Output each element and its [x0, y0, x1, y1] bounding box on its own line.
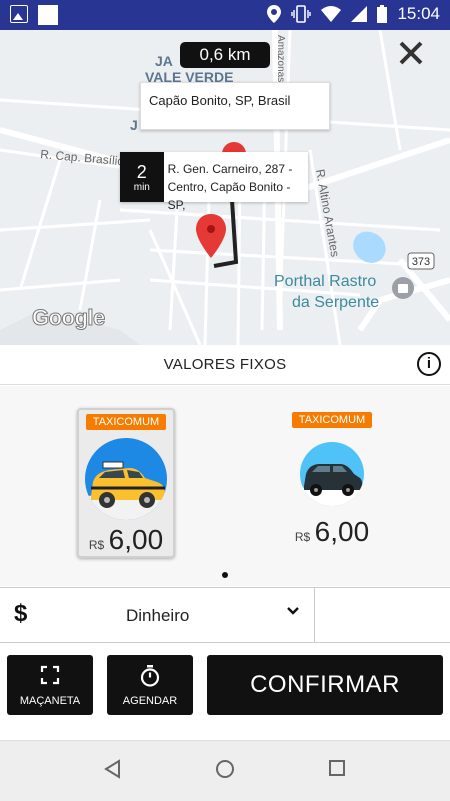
section-title: VALORES FIXOS	[163, 356, 287, 373]
distance-badge: 0,6 km	[180, 42, 270, 68]
close-button[interactable]	[396, 38, 426, 68]
frame-corners-icon	[7, 665, 93, 690]
dollar-icon: $	[14, 600, 28, 627]
info-icon[interactable]: i	[417, 352, 441, 376]
pager-dot	[222, 572, 228, 578]
price-value: 6,00	[314, 516, 370, 547]
ride-option-2[interactable]: TAXICOMUM R$ 6,00	[283, 408, 381, 558]
section-header: VALORES FIXOS	[0, 345, 450, 385]
system-nav-bar	[0, 740, 450, 801]
ride-options: TAXICOMUM R$ 6,00 TAXICOMUM R$ 6,00	[0, 386, 450, 586]
origin-address: R. Gen. Carneiro, 287 - Centro, Capão Bo…	[164, 152, 308, 212]
eta-unit: min	[133, 181, 150, 193]
wifi-icon	[321, 6, 342, 22]
eta-value: 2	[136, 161, 147, 182]
dark-car-icon	[300, 442, 364, 506]
option-price: R$ 6,00	[79, 524, 173, 556]
battery-icon	[377, 5, 388, 23]
option-price: R$ 6,00	[283, 516, 381, 548]
status-bar: 15:04	[0, 0, 450, 30]
signal-icon	[351, 6, 368, 22]
map-poi-line2: da Serpente	[292, 294, 379, 311]
destination-address: Capão Bonito, SP, Brasil	[149, 93, 291, 108]
google-logo: Google	[32, 305, 106, 331]
ride-option-1[interactable]: TAXICOMUM R$ 6,00	[77, 408, 175, 558]
route-shield: 373	[412, 256, 430, 268]
action-bar: MAÇANETA AGENDAR CONFIRMAR	[0, 643, 450, 740]
agendar-button[interactable]: AGENDAR	[107, 655, 193, 715]
macaneta-button[interactable]: MAÇANETA	[7, 655, 93, 715]
confirm-button[interactable]: CONFIRMAR	[207, 655, 443, 715]
payment-selector[interactable]: $ Dinheiro	[0, 587, 450, 643]
timer-icon	[107, 665, 193, 692]
chevron-down-icon[interactable]	[286, 604, 300, 623]
price-currency: R$	[88, 538, 105, 552]
payment-method: Dinheiro	[126, 606, 190, 625]
back-icon[interactable]	[103, 759, 121, 779]
macaneta-label: MAÇANETA	[19, 695, 81, 707]
status-time: 15:04	[397, 4, 440, 23]
origin-callout[interactable]: 2 min R. Gen. Carneiro, 287 - Centro, Ca…	[120, 152, 308, 212]
origin-address-line1: R. Gen. Carneiro, 287 -	[167, 162, 293, 176]
app-notification-icon	[38, 5, 58, 25]
close-icon	[399, 41, 423, 65]
map-label-partial-top: JA	[155, 53, 173, 69]
destination-callout[interactable]: Capão Bonito, SP, Brasil	[140, 82, 330, 130]
map-label-partial: J	[130, 117, 138, 133]
option-badge: TAXICOMUM	[85, 414, 167, 430]
origin-address-line2: Centro, Capão Bonito - SP,	[167, 180, 291, 212]
agendar-label: AGENDAR	[122, 695, 178, 707]
map-poi-line1: Porthal Rastro	[274, 273, 376, 290]
map-label-street-amazonas: Amazonas	[275, 35, 286, 82]
eta-badge: 2 min	[120, 152, 164, 202]
home-icon[interactable]	[215, 759, 235, 779]
location-icon	[267, 5, 282, 23]
recents-icon[interactable]	[328, 759, 346, 777]
option-badge: TAXICOMUM	[291, 412, 373, 428]
payment-divider	[314, 588, 315, 642]
price-value: 6,00	[108, 524, 164, 555]
taxi-car-icon	[85, 438, 167, 520]
vibrate-icon	[291, 5, 312, 23]
gallery-notification-icon	[10, 5, 28, 23]
price-currency: R$	[294, 530, 311, 544]
